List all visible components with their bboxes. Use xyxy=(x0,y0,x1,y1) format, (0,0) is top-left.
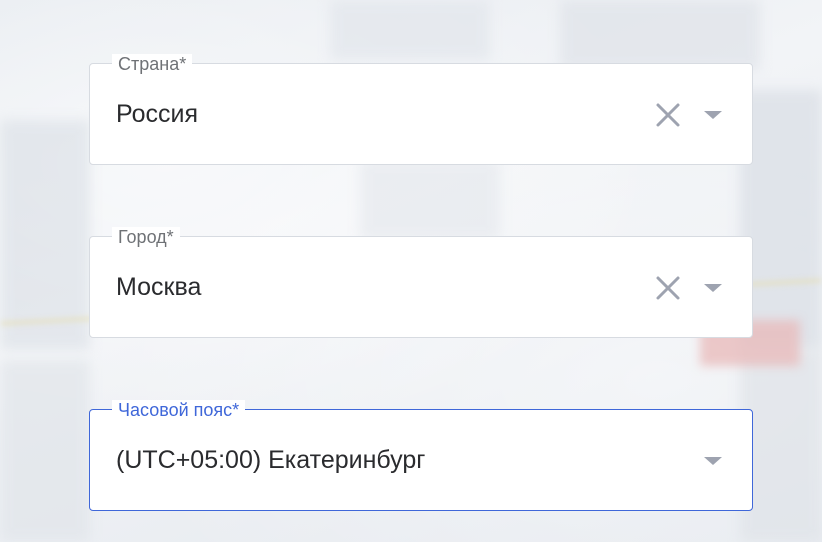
close-icon xyxy=(656,276,680,300)
country-label: Страна* xyxy=(112,54,193,74)
timezone-dropdown-button[interactable] xyxy=(700,449,726,473)
country-select[interactable]: Страна* Россия xyxy=(89,54,753,165)
country-dropdown-button[interactable] xyxy=(700,103,726,127)
caret-down-icon xyxy=(704,111,722,119)
location-form: Страна* Россия Город* Москва Часовой поя… xyxy=(0,0,822,542)
timezone-value: (UTC+05:00) Екатеринбург xyxy=(116,446,426,474)
city-clear-button[interactable] xyxy=(652,272,684,304)
caret-down-icon xyxy=(704,457,722,465)
city-label: Город* xyxy=(112,227,180,247)
close-icon xyxy=(656,103,680,127)
country-value: Россия xyxy=(116,100,198,128)
country-clear-button[interactable] xyxy=(652,99,684,131)
timezone-label: Часовой пояс* xyxy=(112,400,246,420)
city-dropdown-button[interactable] xyxy=(700,276,726,300)
caret-down-icon xyxy=(704,284,722,292)
city-value: Москва xyxy=(116,273,202,301)
city-select[interactable]: Город* Москва xyxy=(89,227,753,338)
timezone-select[interactable]: Часовой пояс* (UTC+05:00) Екатеринбург xyxy=(89,400,753,511)
